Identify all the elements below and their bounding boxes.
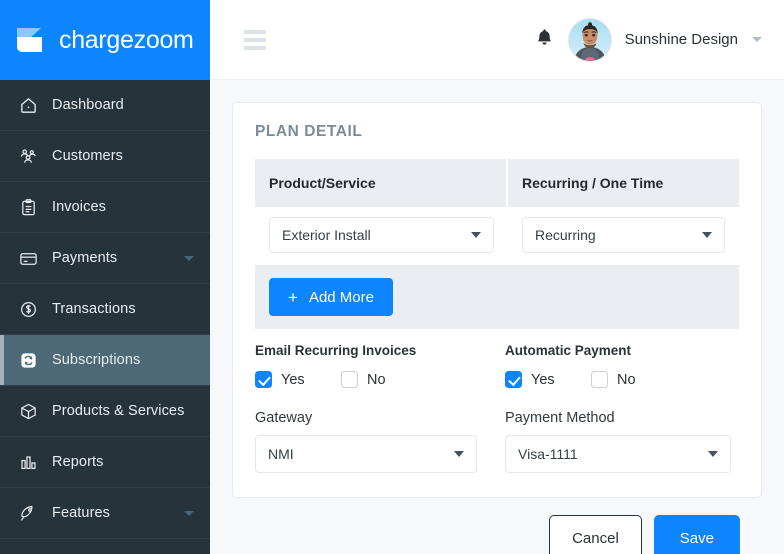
- email-recurring-invoices-label: Email Recurring Invoices: [255, 343, 417, 358]
- email-recurring-no-checkbox[interactable]: No: [341, 371, 427, 388]
- sidebar-item-label: Transactions: [52, 301, 136, 317]
- recurring-one-time-cell: Recurring: [508, 217, 739, 253]
- checkbox-box-unchecked: [341, 371, 358, 388]
- topbar-right: Sunshine Design: [534, 18, 762, 61]
- product-service-cell: Exterior Install: [255, 217, 508, 253]
- refresh-box-icon: [18, 350, 38, 370]
- rocket-icon: [18, 503, 38, 523]
- sidebar-item-label: Products & Services: [52, 403, 185, 419]
- email-recurring-yes-checkbox[interactable]: Yes: [255, 371, 341, 388]
- gateway-select[interactable]: NMI: [255, 435, 477, 473]
- topbar: Sunshine Design: [210, 0, 784, 80]
- automatic-payment-checks: Yes No: [505, 371, 739, 388]
- payment-method-value: Visa-1111: [518, 446, 578, 462]
- sidebar-item-customers[interactable]: Customers: [0, 131, 210, 182]
- plan-detail-card: PLAN DETAIL Product/Service Recurring / …: [232, 102, 762, 498]
- checkbox-box-checked: [505, 371, 522, 388]
- sidebar: chargezoom Dashboard Customers Invoices …: [0, 0, 210, 554]
- sidebar-item-invoices[interactable]: Invoices: [0, 182, 210, 233]
- chevron-down-icon[interactable]: [184, 255, 194, 261]
- product-service-value: Exterior Install: [282, 227, 371, 243]
- chevron-down-icon: [454, 451, 464, 457]
- form-actions: Cancel Save: [232, 498, 762, 554]
- sidebar-item-label: Invoices: [52, 199, 106, 215]
- chevron-down-icon[interactable]: [752, 37, 762, 42]
- credit-card-icon: [18, 248, 38, 268]
- sidebar-item-subscriptions[interactable]: Subscriptions: [0, 335, 210, 386]
- chevron-down-icon[interactable]: [184, 510, 194, 516]
- hamburger-menu-icon[interactable]: [244, 29, 266, 50]
- cancel-button[interactable]: Cancel: [549, 515, 642, 554]
- payment-method-select[interactable]: Visa-1111: [505, 435, 731, 473]
- sidebar-item-payments[interactable]: Payments: [0, 233, 210, 284]
- checkbox-box-unchecked: [591, 371, 608, 388]
- gateway-label: Gateway: [255, 410, 313, 426]
- home-icon: [18, 95, 38, 115]
- payment-method-label: Payment Method: [505, 410, 615, 426]
- chevron-down-icon: [708, 451, 718, 457]
- checkbox-label: Yes: [531, 371, 555, 388]
- hamburger-bar: [244, 29, 266, 34]
- page-title: PLAN DETAIL: [255, 123, 363, 140]
- checkbox-box-checked: [255, 371, 272, 388]
- checkbox-label: Yes: [281, 371, 305, 388]
- brand-name: chargezoom: [59, 25, 194, 54]
- clipboard-icon: [18, 197, 38, 217]
- plus-icon: +: [288, 287, 298, 307]
- automatic-payment-yes-checkbox[interactable]: Yes: [505, 371, 591, 388]
- sidebar-item-label: Customers: [52, 148, 123, 164]
- sidebar-item-transactions[interactable]: Transactions: [0, 284, 210, 335]
- content-area: PLAN DETAIL Product/Service Recurring / …: [210, 80, 784, 554]
- recurring-one-time-value: Recurring: [535, 227, 596, 243]
- automatic-payment-group: Automatic Payment Yes No: [505, 343, 739, 388]
- box-icon: [18, 401, 38, 421]
- bar-chart-icon: [18, 452, 38, 472]
- checkbox-label: No: [367, 371, 386, 388]
- chevron-down-icon: [471, 232, 481, 238]
- sidebar-item-label: Payments: [52, 250, 118, 266]
- sidebar-item-products-services[interactable]: Products & Services: [0, 386, 210, 437]
- people-icon: [18, 146, 38, 166]
- sidebar-item-label: Features: [52, 505, 111, 521]
- recurring-one-time-select[interactable]: Recurring: [522, 217, 725, 253]
- payment-method-field: Payment Method Visa-1111: [505, 410, 739, 473]
- add-more-row: + Add More: [255, 265, 739, 329]
- sidebar-item-label: Dashboard: [52, 97, 124, 113]
- brand-logo[interactable]: chargezoom: [0, 0, 210, 80]
- add-more-button[interactable]: + Add More: [269, 278, 393, 316]
- chevron-down-icon: [702, 232, 712, 238]
- automatic-payment-label: Automatic Payment: [505, 343, 632, 358]
- column-header-recurring-one-time: Recurring / One Time: [522, 175, 664, 191]
- options-row: Email Recurring Invoices Yes No Automati…: [255, 329, 739, 388]
- gateway-value: NMI: [268, 446, 294, 462]
- checkbox-label: No: [617, 371, 636, 388]
- user-avatar[interactable]: [568, 18, 611, 61]
- automatic-payment-no-checkbox[interactable]: No: [591, 371, 677, 388]
- sidebar-item-features[interactable]: Features: [0, 488, 210, 539]
- fields-row: Gateway NMI Payment Method Visa-1111: [255, 388, 739, 473]
- sidebar-item-label: Subscriptions: [52, 352, 141, 368]
- user-name: Sunshine Design: [624, 31, 738, 48]
- main-area: Sunshine Design PLAN DETAIL Product/Serv…: [210, 0, 784, 554]
- sidebar-item-dashboard[interactable]: Dashboard: [0, 80, 210, 131]
- sidebar-nav: Dashboard Customers Invoices Payments Tr…: [0, 80, 210, 554]
- notification-bell-icon[interactable]: [534, 28, 555, 51]
- add-more-label: Add More: [308, 288, 374, 306]
- chargezoom-logo-icon: [14, 23, 50, 57]
- table-row: Exterior Install Recurring: [255, 207, 739, 265]
- sidebar-item-reports[interactable]: Reports: [0, 437, 210, 488]
- hamburger-bar: [244, 37, 266, 42]
- product-service-select[interactable]: Exterior Install: [269, 217, 494, 253]
- app-root: chargezoom Dashboard Customers Invoices …: [0, 0, 784, 554]
- email-recurring-checks: Yes No: [255, 371, 505, 388]
- plan-table-header: Product/Service Recurring / One Time: [255, 159, 739, 207]
- dollar-circle-icon: [18, 299, 38, 319]
- email-recurring-invoices-group: Email Recurring Invoices Yes No: [255, 343, 505, 388]
- hamburger-bar: [244, 45, 266, 50]
- sidebar-item-label: Reports: [52, 454, 104, 470]
- column-header-product-service: Product/Service: [255, 159, 508, 207]
- gateway-field: Gateway NMI: [255, 410, 505, 473]
- save-button[interactable]: Save: [653, 515, 740, 554]
